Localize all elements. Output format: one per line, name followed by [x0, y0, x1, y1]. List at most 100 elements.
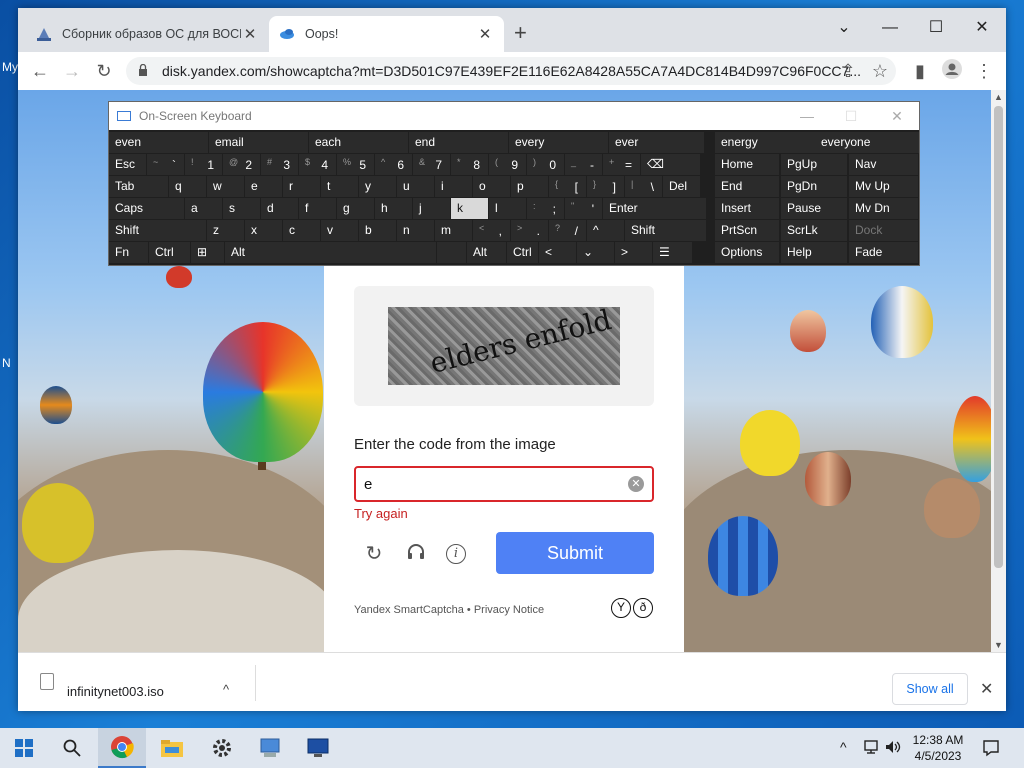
tab-search-icon[interactable]: ⌄ [824, 14, 864, 42]
info-icon[interactable]: i [446, 544, 466, 564]
osk-key[interactable]: Enter [603, 198, 706, 219]
osk-key[interactable]: Shift [109, 220, 206, 241]
osk-key[interactable]: :; [527, 198, 564, 219]
osk-key[interactable]: @2 [223, 154, 260, 175]
osk-key[interactable]: Esc [109, 154, 146, 175]
osk-key[interactable]: u [397, 176, 434, 197]
osk-nav-key[interactable]: Home [715, 154, 779, 175]
refresh-captcha-icon[interactable]: ↻ [362, 542, 386, 566]
osk-key[interactable]: Del [663, 176, 700, 197]
profile-avatar-icon[interactable] [940, 59, 964, 83]
audio-captcha-icon[interactable] [404, 542, 428, 566]
osk-key[interactable]: t [321, 176, 358, 197]
menu-icon[interactable]: ⋮ [972, 59, 996, 83]
notification-center-icon[interactable] [982, 739, 1000, 760]
osk-key[interactable]: ⌄ [577, 242, 614, 263]
osk-key[interactable]: Fn [109, 242, 148, 263]
osk-key[interactable]: > [615, 242, 652, 263]
page-scrollbar[interactable]: ▲ ▼ [991, 90, 1006, 652]
side-panel-icon[interactable]: ▮ [908, 59, 932, 83]
osk-nav-key[interactable]: Options [715, 242, 779, 263]
osk-key[interactable]: " ' [565, 198, 602, 219]
close-download-bar-icon[interactable]: ✕ [980, 679, 993, 699]
osk-nav-key[interactable]: Fade [849, 242, 918, 263]
osk-key[interactable]: (9 [489, 154, 526, 175]
word-suggestion[interactable]: everyone [815, 132, 919, 153]
osk-key[interactable]: ⌫ [641, 154, 700, 175]
osk-key[interactable]: ~ ` [147, 154, 184, 175]
osk-key[interactable]: j [413, 198, 450, 219]
osk-key[interactable]: c [283, 220, 320, 241]
osk-key[interactable]: b [359, 220, 396, 241]
download-filename[interactable]: infinitynet003.iso [67, 684, 164, 699]
bookmark-star-icon[interactable]: ☆ [868, 59, 892, 83]
tray-overflow-chevron-icon[interactable]: ^ [840, 739, 847, 755]
osk-close-button[interactable]: ✕ [875, 102, 919, 130]
osk-key[interactable]: % 5 [337, 154, 374, 175]
clear-input-icon[interactable]: ✕ [628, 476, 644, 492]
osk-key[interactable]: w [207, 176, 244, 197]
osk-nav-key[interactable]: PgDn [781, 176, 847, 197]
captcha-code-input[interactable] [354, 466, 654, 502]
osk-nav-key[interactable]: Pause [781, 198, 847, 219]
osk-key[interactable]: e [245, 176, 282, 197]
osk-key[interactable]: o [473, 176, 510, 197]
tab-oops[interactable]: Oops! ✕ [269, 16, 504, 52]
osk-key[interactable]: k [451, 198, 488, 219]
osk-key[interactable]: {[ [549, 176, 586, 197]
osk-key[interactable]: r [283, 176, 320, 197]
osk-key[interactable]: #3 [261, 154, 298, 175]
close-window-button[interactable]: ✕ [962, 14, 1002, 42]
download-options-chevron-icon[interactable]: ^ [223, 682, 229, 697]
forward-icon[interactable]: → [60, 59, 84, 83]
lock-icon[interactable] [138, 63, 152, 79]
osk-key[interactable]: m [435, 220, 472, 241]
new-tab-button[interactable]: + [514, 22, 527, 44]
close-tab-icon[interactable]: ✕ [476, 25, 494, 43]
osk-key[interactable]: ) 0 [527, 154, 564, 175]
osk-nav-key[interactable]: ScrLk [781, 220, 847, 241]
word-suggestion[interactable]: ever [609, 132, 704, 153]
osk-nav-key[interactable]: Insert [715, 198, 779, 219]
scroll-up-icon[interactable]: ▲ [991, 92, 1006, 102]
osk-key[interactable]: $4 [299, 154, 336, 175]
maximize-button[interactable]: ☐ [916, 14, 956, 42]
start-button[interactable] [0, 728, 48, 768]
osk-key[interactable]: g [337, 198, 374, 219]
osk-key[interactable]: s [223, 198, 260, 219]
volume-icon[interactable] [884, 739, 902, 758]
osk-key[interactable]: q [169, 176, 206, 197]
osk-key[interactable]: ^ [587, 220, 624, 241]
osk-key[interactable]: }] [587, 176, 624, 197]
osk-nav-key[interactable]: Dock [849, 220, 918, 241]
osk-key[interactable]: Caps [109, 198, 184, 219]
osk-key[interactable]: Alt [467, 242, 506, 263]
minimize-button[interactable]: — [870, 14, 910, 42]
word-suggestion[interactable]: end [409, 132, 508, 153]
tab-os-images[interactable]: Сборник образов ОС для ВОСН ✕ [26, 16, 269, 52]
back-icon[interactable]: ← [28, 59, 52, 83]
osk-key[interactable]: f [299, 198, 336, 219]
osk-key[interactable]: <, [473, 220, 510, 241]
file-explorer-icon[interactable] [148, 728, 196, 768]
osk-key[interactable]: Ctrl [149, 242, 190, 263]
osk-key[interactable]: ! 1 [185, 154, 222, 175]
chrome-taskbar-icon[interactable] [98, 728, 146, 768]
scroll-down-icon[interactable]: ▼ [991, 640, 1006, 650]
word-suggestion[interactable]: even [109, 132, 208, 153]
osk-key[interactable]: d [261, 198, 298, 219]
osk-key[interactable]: l [489, 198, 526, 219]
osk-key[interactable]: v [321, 220, 358, 241]
remote-desktop-icon[interactable] [294, 728, 342, 768]
osk-nav-key[interactable]: End [715, 176, 779, 197]
reload-icon[interactable]: ↻ [92, 59, 116, 83]
osk-key[interactable] [437, 242, 466, 263]
osk-key[interactable]: Shift [625, 220, 706, 241]
osk-key[interactable]: + = [603, 154, 640, 175]
osk-key[interactable]: & 7 [413, 154, 450, 175]
control-panel-icon[interactable] [246, 728, 294, 768]
osk-key[interactable]: _ - [565, 154, 602, 175]
show-all-downloads-button[interactable]: Show all [892, 673, 968, 705]
osk-key[interactable]: i [435, 176, 472, 197]
osk-key[interactable]: Alt [225, 242, 436, 263]
